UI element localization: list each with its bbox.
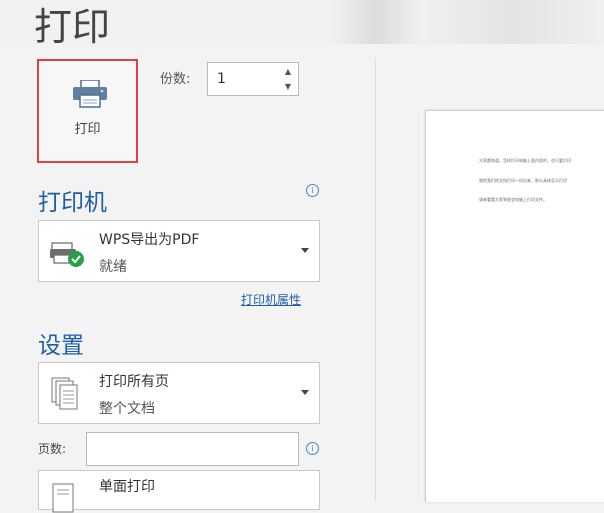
print-sides-select[interactable]: 单面打印 bbox=[38, 470, 320, 513]
printer-section-title: 打印机 bbox=[38, 190, 107, 216]
print-range-select[interactable]: 打印所有页 整个文档 bbox=[38, 362, 320, 424]
copies-value[interactable]: 1 bbox=[217, 71, 226, 87]
preview-text-line: 就把我们的文档打印一份出来，那么具体怎么打印 bbox=[479, 178, 567, 183]
pages-input[interactable] bbox=[86, 432, 299, 466]
preview-text-line: 请来看看大家到底会电脑上打印文件。 bbox=[479, 197, 547, 202]
page-title: 打印 bbox=[34, 5, 111, 49]
printer-icon bbox=[73, 80, 107, 108]
chevron-down-icon bbox=[301, 390, 309, 395]
copies-decrement-icon[interactable]: ▼ bbox=[283, 82, 293, 92]
print-button[interactable]: 打印 bbox=[37, 59, 138, 163]
pages-info-icon[interactable]: i bbox=[306, 442, 319, 455]
print-sides-primary: 单面打印 bbox=[99, 479, 155, 495]
print-range-secondary: 整个文档 bbox=[99, 401, 155, 417]
copies-increment-icon[interactable]: ▲ bbox=[283, 67, 293, 77]
copies-stepper[interactable]: 1 ▲ ▼ bbox=[207, 62, 299, 96]
chevron-down-icon bbox=[301, 248, 309, 253]
print-button-label: 打印 bbox=[74, 122, 101, 137]
copies-label: 份数: bbox=[160, 72, 191, 87]
printer-status: 就绪 bbox=[99, 259, 127, 275]
settings-section-title: 设置 bbox=[38, 333, 84, 359]
pdf-printer-icon bbox=[50, 242, 84, 267]
printer-select[interactable]: WPS导出为PDF 就绪 bbox=[38, 220, 320, 282]
preview-text-line: 大家都知道，怎样打印电脑上面内容的，也只要打印 bbox=[479, 158, 571, 163]
single-side-icon bbox=[52, 483, 74, 513]
print-preview-page: 大家都知道，怎样打印电脑上面内容的，也只要打印 就把我们的文档打印一份出来，那么… bbox=[425, 110, 604, 502]
pages-icon bbox=[51, 377, 78, 410]
pages-label: 页数: bbox=[38, 442, 67, 456]
printer-properties-link[interactable]: 打印机属性 bbox=[241, 291, 301, 308]
printer-name: WPS导出为PDF bbox=[99, 232, 200, 248]
printer-info-icon[interactable]: i bbox=[306, 184, 319, 197]
panel-divider bbox=[375, 58, 376, 501]
print-range-primary: 打印所有页 bbox=[99, 374, 169, 390]
